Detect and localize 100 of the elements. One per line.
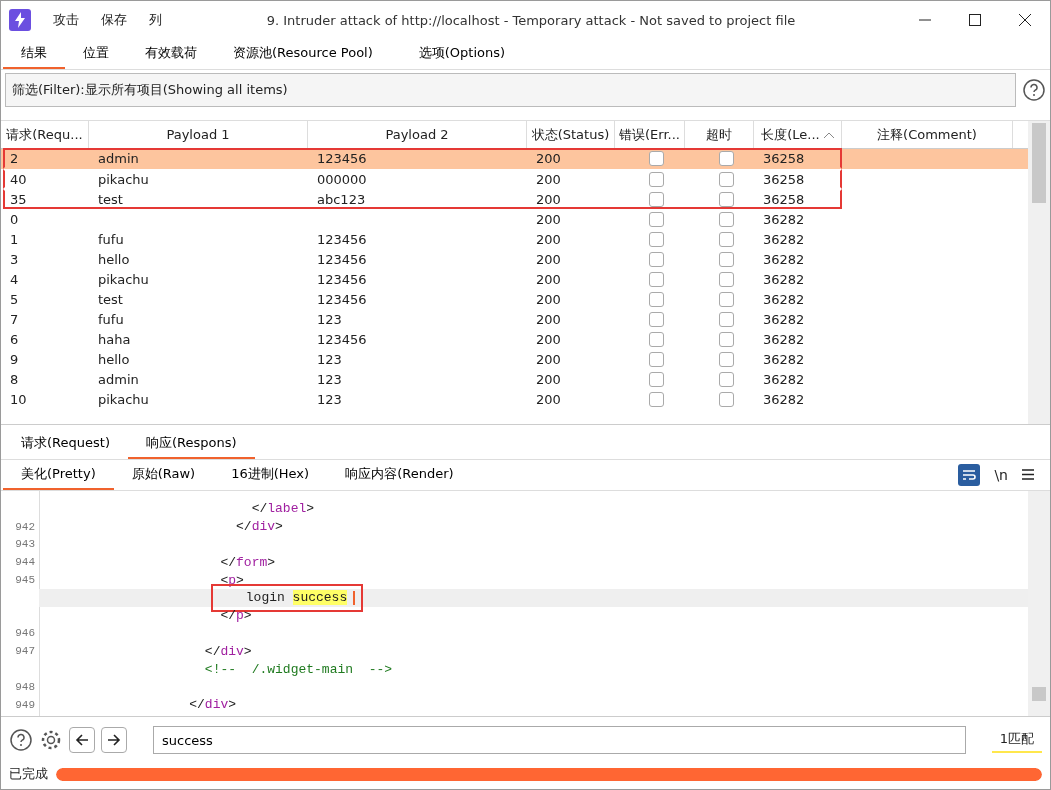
- window-title: 9. Intruder attack of http://localhost - Temporary attack - Not saved to project file: [265, 12, 797, 28]
- table-cell-text: 36282: [762, 271, 806, 287]
- table-cell-text: 3: [9, 251, 20, 267]
- table-cell-text: 5: [9, 291, 20, 307]
- tab[interactable]: 选项(Options): [400, 39, 524, 69]
- menu-icon[interactable]: [1022, 469, 1034, 481]
- checkbox[interactable]: [718, 231, 734, 247]
- checkbox[interactable]: [718, 311, 734, 327]
- checkbox[interactable]: [649, 271, 664, 287]
- checkbox[interactable]: [718, 151, 734, 166]
- table-cell-text: admin: [97, 150, 140, 167]
- column-header[interactable]: 状态(Status): [527, 121, 615, 148]
- table-cell-text: 123456: [316, 251, 368, 267]
- menu-item[interactable]: 攻击: [53, 11, 79, 29]
- tab[interactable]: 有效载荷: [127, 39, 215, 69]
- tab[interactable]: 请求(Request): [3, 428, 128, 459]
- code-line: </label>: [250, 500, 315, 518]
- tab[interactable]: 响应(Respons): [127, 428, 255, 459]
- checkbox[interactable]: [718, 391, 734, 407]
- filter-bar[interactable]: 筛选(Filter):显示所有项目(Showing all items): [5, 73, 1016, 107]
- table-cell-text: 123456: [316, 291, 368, 307]
- code-line: <!-- /.widget-main -->: [203, 660, 393, 678]
- checkbox[interactable]: [649, 231, 664, 247]
- column-header[interactable]: Payload 2: [308, 121, 527, 148]
- column-header[interactable]: 请求(Requ...: [1, 121, 89, 148]
- table-cell-text: test: [97, 191, 124, 207]
- tab[interactable]: 位置: [65, 39, 127, 69]
- table-cell-text: 200: [535, 251, 562, 267]
- table-cell-text: 123456: [316, 331, 368, 347]
- scrollbar[interactable]: [1028, 121, 1050, 424]
- tab[interactable]: 16进制(Hex): [213, 459, 328, 490]
- table-cell-text: 36258: [762, 150, 806, 167]
- column-header[interactable]: Payload 1: [89, 121, 308, 148]
- left-arrow-icon: [75, 733, 89, 748]
- tab[interactable]: 响应内容(Render): [327, 459, 472, 490]
- checkbox[interactable]: [718, 191, 734, 207]
- code-line: </div>: [235, 518, 283, 536]
- checkbox[interactable]: [649, 211, 664, 227]
- table-cell-text: 36282: [762, 371, 806, 387]
- forward-button[interactable]: [101, 727, 127, 754]
- checkbox[interactable]: [718, 331, 734, 347]
- scrollbar[interactable]: [1028, 490, 1050, 717]
- table-cell-text: 123: [316, 371, 343, 387]
- checkbox[interactable]: [649, 351, 664, 367]
- help-icon[interactable]: [1022, 78, 1046, 102]
- tab[interactable]: 原始(Raw): [113, 459, 214, 490]
- table-cell-text: 36282: [762, 331, 806, 347]
- checkbox[interactable]: [649, 151, 664, 166]
- wrap-icon[interactable]: [958, 463, 981, 486]
- table-cell-text: 200: [535, 191, 562, 207]
- column-header[interactable]: 长度(Le...: [754, 121, 842, 148]
- table-cell-text: 123456: [316, 150, 368, 167]
- column-header[interactable]: 注释(Comment): [842, 121, 1013, 148]
- checkbox[interactable]: [649, 191, 664, 207]
- table-cell-text: 35: [9, 191, 28, 207]
- checkbox[interactable]: [649, 291, 664, 307]
- checkbox[interactable]: [649, 391, 664, 407]
- table-cell-text: 36282: [762, 351, 806, 367]
- table-cell-text: 123456: [316, 231, 368, 247]
- table-cell-text: 10: [9, 391, 28, 407]
- table-cell-text: 9: [9, 351, 20, 367]
- table-cell-text: 200: [535, 211, 562, 227]
- checkbox[interactable]: [649, 331, 664, 347]
- app-logo-icon: [9, 9, 31, 31]
- newline-toggle[interactable]: \n: [994, 466, 1008, 483]
- tab[interactable]: 结果: [3, 39, 65, 69]
- table-cell-text: 123: [316, 391, 343, 407]
- checkbox[interactable]: [718, 291, 734, 307]
- checkbox[interactable]: [649, 171, 664, 187]
- checkbox[interactable]: [718, 371, 734, 387]
- checkbox[interactable]: [718, 251, 734, 267]
- maximize-icon[interactable]: [969, 14, 981, 26]
- table-cell-text: 123456: [316, 271, 368, 287]
- table-cell-text: pikachu: [97, 271, 150, 287]
- search-field[interactable]: success: [153, 726, 966, 755]
- table-row[interactable]: 2 admin 123456 200 36258: [1, 149, 1028, 169]
- tab[interactable]: 美化(Pretty): [3, 459, 114, 490]
- menu-item[interactable]: 保存: [101, 11, 127, 29]
- checkbox[interactable]: [718, 351, 734, 367]
- column-header[interactable]: 超时: [685, 121, 754, 148]
- tab[interactable]: 资源池(Resource Pool): [215, 39, 391, 69]
- table-cell-text: 36258: [762, 191, 806, 207]
- table-cell-text: fufu: [97, 311, 125, 327]
- line-number: 942: [14, 519, 36, 535]
- menu-item[interactable]: 列: [149, 11, 162, 29]
- column-header[interactable]: 错误(Err...: [615, 121, 685, 148]
- checkbox[interactable]: [718, 171, 734, 187]
- table-cell-text: 200: [535, 291, 562, 307]
- checkbox[interactable]: [649, 311, 664, 327]
- checkbox[interactable]: [718, 211, 734, 227]
- table-cell-text: 36258: [762, 171, 806, 187]
- help-icon[interactable]: [9, 728, 33, 753]
- checkbox[interactable]: [649, 371, 664, 387]
- table-cell-text: 200: [535, 150, 562, 167]
- checkbox[interactable]: [718, 271, 734, 287]
- table-cell-text: pikachu: [97, 171, 150, 187]
- checkbox[interactable]: [649, 251, 664, 267]
- table-cell-text: 0: [9, 211, 20, 227]
- close-icon[interactable]: [1019, 14, 1031, 26]
- back-button[interactable]: [69, 727, 95, 754]
